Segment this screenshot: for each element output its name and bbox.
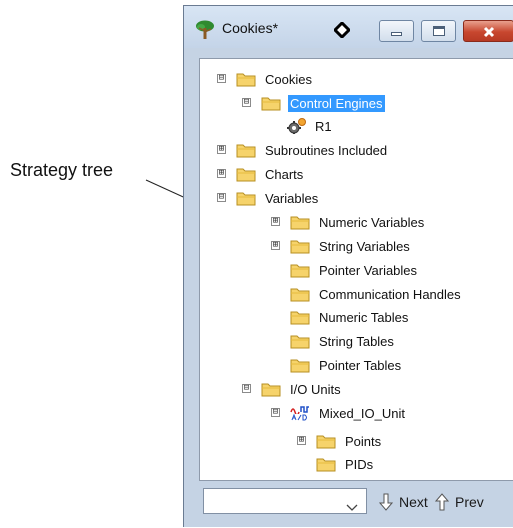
folder-icon [236,73,256,87]
chevron-down-icon[interactable] [346,497,358,516]
tree-node-numeric-variables[interactable]: Numeric Variables [290,211,426,233]
io-unit-icon [290,406,310,421]
tree-node-string-variables[interactable]: String Variables [290,235,412,257]
diamond-icon[interactable] [332,20,352,42]
tree-node-label: Pointer Variables [319,262,418,278]
maximize-button[interactable] [421,20,456,42]
folder-icon [290,359,310,373]
tree-node-string-tables[interactable]: String Tables [290,330,396,352]
tree-node-label: Pointer Tables [319,357,402,373]
tree-node-label: String Variables [319,238,410,254]
folder-icon [236,144,256,158]
tree-node-control-engines[interactable]: Control Engines [261,92,385,114]
tree-node-label: PIDs [345,456,374,472]
tree-node-label: Numeric Tables [319,309,409,325]
tree-node-subroutines-included[interactable]: Subroutines Included [236,139,389,161]
expand-icon[interactable]: ⊞ [271,217,280,226]
folder-icon [290,240,310,254]
title-bar[interactable]: Cookies* [184,6,513,48]
tree-node-points[interactable]: Points [316,430,383,452]
tree-node-label: Points [345,433,382,449]
arrow-down-icon [379,493,393,511]
tree-node-r1[interactable]: R1 [286,115,334,137]
close-button[interactable] [463,20,513,42]
tree-node-label: R1 [315,118,332,134]
tree-node-label: Charts [265,166,304,182]
collapse-icon[interactable]: ⊟ [271,408,280,417]
folder-icon [290,288,310,302]
folder-icon [290,335,310,349]
tree-node-charts[interactable]: Charts [236,163,305,185]
strategy-tree[interactable]: ⊟ Cookies ⊟ Control Engines R1 ⊞ Subrout… [199,58,513,481]
find-bar: Next Prev [199,484,513,528]
arrow-up-icon [435,493,449,511]
tree-node-label: Communication Handles [319,286,461,302]
tree-node-label: I/O Units [290,381,341,397]
folder-icon [316,435,336,449]
tree-node-label: Subroutines Included [265,142,388,158]
window-title: Cookies* [222,20,279,36]
prev-label: Prev [455,494,484,510]
folder-icon [316,458,336,472]
tree-node-label: Variables [265,190,319,206]
close-icon [482,24,496,43]
maximize-icon [433,26,445,36]
tree-node-pids[interactable]: PIDs [316,453,375,475]
next-button[interactable]: Next [379,492,428,512]
minimize-icon [391,32,402,36]
search-combobox[interactable] [203,488,367,514]
callout-label: Strategy tree [10,160,114,180]
folder-icon [261,383,281,397]
minimize-button[interactable] [379,20,414,42]
tree-node-variables[interactable]: Variables [236,187,320,209]
tree-icon [194,20,216,44]
folder-icon [290,264,310,278]
folder-icon [290,216,310,230]
folder-icon [236,192,256,206]
expand-icon[interactable]: ⊞ [297,436,306,445]
tree-node-label: Numeric Variables [319,214,425,230]
collapse-icon[interactable]: ⊟ [217,74,226,83]
folder-icon [290,311,310,325]
collapse-icon[interactable]: ⊟ [242,98,251,107]
expand-icon[interactable]: ⊞ [217,169,226,178]
tree-node-communication-handles[interactable]: Communication Handles [290,283,463,305]
expand-icon[interactable]: ⊞ [271,241,280,250]
tree-node-io-units[interactable]: I/O Units [261,378,343,400]
folder-icon [236,168,256,182]
expand-icon[interactable]: ⊞ [217,145,226,154]
next-label: Next [399,494,428,510]
gear-icon [287,118,306,134]
tree-node-label: String Tables [319,333,394,349]
folder-icon [261,97,281,111]
tree-node-label: Control Engines [288,94,385,112]
tree-node-pointer-tables[interactable]: Pointer Tables [290,354,403,376]
prev-button[interactable]: Prev [435,492,484,512]
tree-node-mixed-io-unit[interactable]: Mixed_IO_Unit [290,402,407,424]
tree-node-pointer-variables[interactable]: Pointer Variables [290,259,419,281]
tree-node-label: Cookies [265,71,312,87]
collapse-icon[interactable]: ⊟ [217,193,226,202]
collapse-icon[interactable]: ⊟ [242,384,251,393]
tree-node-cookies[interactable]: Cookies [236,68,314,90]
tree-node-numeric-tables[interactable]: Numeric Tables [290,306,410,328]
tree-node-label: Mixed_IO_Unit [319,405,405,421]
strategy-window: Cookies* ⊟ Cookies ⊟ Control Engines R1 … [183,5,513,527]
